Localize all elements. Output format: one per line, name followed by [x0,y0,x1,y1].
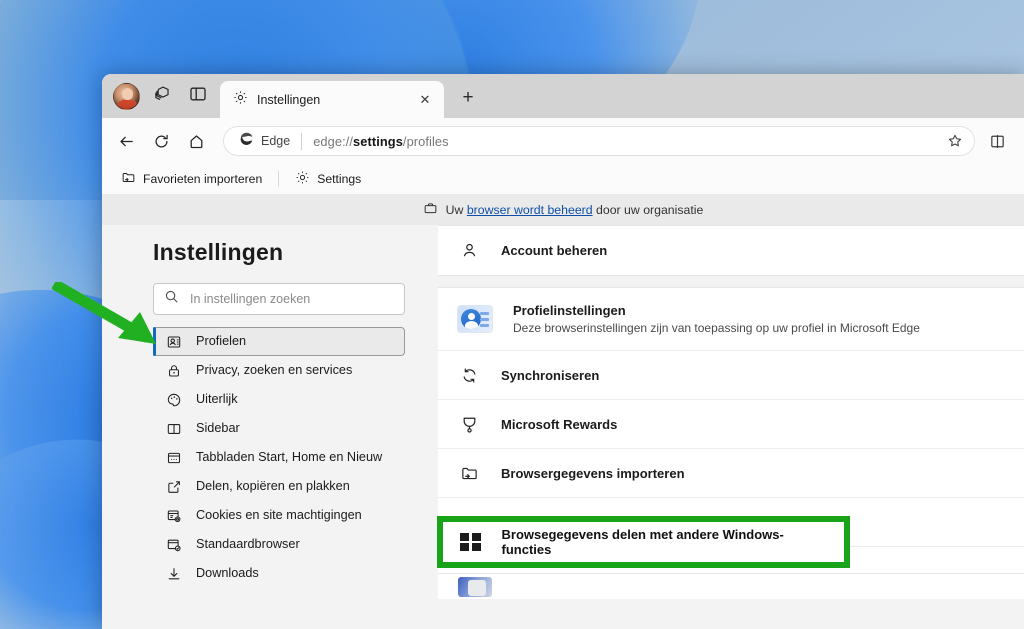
profile-avatar-button[interactable] [108,77,144,115]
rewards-icon [458,415,480,434]
briefcase-icon [423,201,438,219]
tab-strip: Instellingen ✕ + [102,74,1024,118]
new-tab-button[interactable]: + [453,83,483,113]
back-button[interactable] [110,125,143,158]
browser-essentials-icon [458,576,492,597]
sidebar-item-label: Profielen [196,334,247,348]
edge-brand-badge: Edge [238,131,290,152]
sidebar-item-label: Downloads [196,566,259,580]
managed-prefix: Uw [445,202,467,217]
url-suffix: /profiles [402,133,449,149]
managed-browser-banner: Uw browser wordt beheerd door uw organis… [102,194,1024,225]
gear-icon [233,90,248,110]
split-screen-icon [189,85,207,108]
settings-page: Uw browser wordt beheerd door uw organis… [102,194,1024,599]
windows-logo-icon [460,532,481,552]
card-gap [435,276,1024,287]
row-microsoft-rewards[interactable]: Microsoft Rewards [438,400,1024,449]
split-view-button[interactable] [981,125,1014,158]
cookies-icon [165,507,183,524]
row-label: Microsoft Rewards [501,416,618,432]
default-browser-icon [165,536,183,553]
collections-icon [153,84,172,108]
url-text: edge://settings/profiles [313,134,448,149]
share-icon [165,478,183,495]
sidebar-item-label: Standaardbrowser [196,537,300,551]
sidebar-item-label: Tabbladen Start, Home en Nieuw [196,450,383,464]
row-description: Deze browserinstellingen zijn van toepas… [513,321,920,335]
page-title: Instellingen [153,239,284,265]
settings-content: Account beheren Profielinstellingen Deze… [435,194,1024,599]
desktop-wallpaper: Instellingen ✕ + Edge edge://settings/pr… [0,0,1024,629]
palette-icon [165,391,183,408]
favorite-settings-label: Settings [317,172,362,186]
search-placeholder: In instellingen zoeken [190,292,311,306]
favorites-bar: Favorieten importeren Settings [102,164,1024,194]
sidebar-panel-icon [165,420,183,437]
managed-policy-link[interactable]: browser wordt beheerd [467,203,593,217]
tab-window-icon [165,449,183,466]
refresh-button[interactable] [145,125,178,158]
favorites-import-button[interactable]: Favorieten importeren [115,168,268,191]
managed-banner-text: Uw browser wordt beheerd door uw organis… [446,203,704,217]
row-partial-bottom[interactable] [438,573,1024,599]
navigation-toolbar: Edge edge://settings/profiles [102,118,1024,164]
row-label: Browsergegevens importeren [501,465,685,481]
home-button[interactable] [180,125,213,158]
row-text-block: Profielinstellingen Deze browserinstelli… [513,303,920,335]
toolbar-right-actions [981,125,1014,158]
row-profielinstellingen: Profielinstellingen Deze browserinstelli… [438,288,1024,351]
gear-icon [295,170,310,188]
sidebar-item-label: Uiterlijk [196,392,238,406]
import-folder-icon [121,170,136,188]
download-icon [165,565,183,582]
url-prefix: edge:// [313,133,354,149]
omnibox-actions [941,128,968,155]
avatar-icon [112,82,140,110]
row-browsergegevens-importeren[interactable]: Browsergegevens importeren [438,449,1024,498]
sidebar-item-tabbladen[interactable]: Tabbladen Start, Home en Nieuw [153,443,405,472]
close-icon[interactable]: ✕ [414,89,436,111]
address-bar[interactable]: Edge edge://settings/profiles [223,126,975,156]
row-label: Synchroniseren [501,367,600,383]
sidebar-item-cookies[interactable]: Cookies en site machtigingen [153,501,405,530]
sidebar-item-sidebar[interactable]: Sidebar [153,414,405,443]
edge-browser-window: Instellingen ✕ + Edge edge://settings/pr… [102,74,1024,629]
edge-logo-icon [238,131,254,152]
sidebar-item-label: Cookies en site machtigingen [196,508,362,522]
row-label: Account beheren [501,243,608,258]
favorite-settings-bookmark[interactable]: Settings [289,168,367,191]
sidebar-item-label: Privacy, zoeken en services [196,363,353,377]
sidebar-item-downloads[interactable]: Downloads [153,559,405,588]
sidebar-item-standaardbrowser[interactable]: Standaardbrowser [153,530,405,559]
row-synchroniseren[interactable]: Synchroniseren [438,351,1024,400]
account-card: Account beheren [438,225,1024,276]
row-account-beheren[interactable]: Account beheren [438,226,1024,275]
tab-instellingen[interactable]: Instellingen ✕ [220,81,444,118]
favorites-separator [278,171,280,187]
sidebar-item-label: Sidebar [196,421,240,435]
annotation-arrow [52,282,156,344]
split-screen-button[interactable] [180,77,216,115]
omnibox-separator [301,132,303,150]
tab-title: Instellingen [257,92,321,107]
url-bold-segment: settings [353,133,403,149]
highlighted-row-browsegegevens-delen[interactable]: Browsegegevens delen met andere Windows-… [437,516,850,568]
profile-card-color-icon [458,306,492,332]
collections-button[interactable] [144,77,180,115]
sidebar-item-label: Delen, kopiëren en plakken [196,479,350,493]
settings-sidebar: Instellingen In instellingen zoeken Prof… [102,194,538,599]
row-label: Browsegegevens delen met andere Windows-… [501,527,784,557]
edge-brand-label: Edge [261,134,291,148]
favorite-star-button[interactable] [941,128,968,155]
import-folder-icon [458,464,480,483]
sidebar-item-delen[interactable]: Delen, kopiëren en plakken [153,472,405,501]
person-icon [458,241,480,260]
sidebar-item-uiterlijk[interactable]: Uiterlijk [153,385,405,414]
managed-suffix: door uw organisatie [592,202,704,217]
row-label: Profielinstellingen [513,303,626,318]
favorites-import-label: Favorieten importeren [143,172,263,186]
sync-icon [458,366,480,385]
